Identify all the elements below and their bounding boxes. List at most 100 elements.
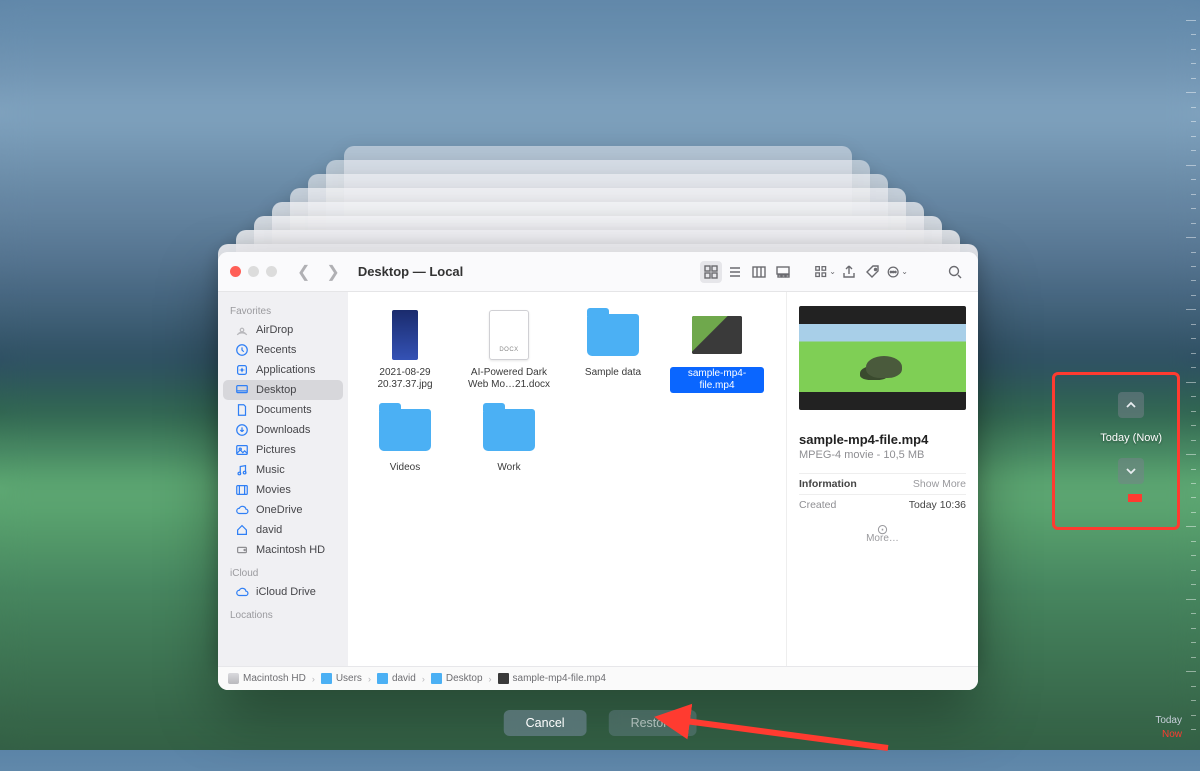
view-columns-button[interactable] [748, 261, 770, 283]
file-label: Work [497, 462, 520, 474]
chevron-right-icon: › [368, 674, 371, 684]
folder-icon [377, 673, 388, 684]
disk-icon [235, 543, 249, 557]
annotation-badge [1128, 494, 1142, 502]
download-icon [235, 423, 249, 437]
share-button[interactable] [838, 261, 860, 283]
sidebar-item-applications[interactable]: Applications [223, 360, 343, 380]
sidebar-section-header: Locations [218, 602, 348, 624]
timemachine-up-button[interactable] [1118, 392, 1144, 418]
sidebar-item-downloads[interactable]: Downloads [223, 420, 343, 440]
file-item[interactable]: Sample data [564, 308, 662, 393]
folder-icon [321, 673, 332, 684]
sidebar-item-airdrop[interactable]: AirDrop [223, 320, 343, 340]
clock-icon [235, 343, 249, 357]
file-item[interactable]: 2021-08-29 20.37.37.jpg [356, 308, 454, 393]
group-by-button[interactable]: ⌄ [814, 261, 836, 283]
traffic-lights[interactable] [230, 266, 277, 277]
folder-icon [431, 673, 442, 684]
cancel-button[interactable]: Cancel [504, 710, 587, 736]
disk-icon [228, 673, 239, 684]
picture-icon [235, 443, 249, 457]
preview-thumbnail [799, 306, 966, 410]
preview-subtitle: MPEG-4 movie - 10,5 MB [799, 449, 966, 461]
path-bar: Macintosh HD›Users›david›Desktop›sample-… [218, 666, 978, 690]
preview-info-header: Information [799, 478, 857, 490]
sidebar-item-documents[interactable]: Documents [223, 400, 343, 420]
forward-button[interactable]: ❯ [322, 262, 343, 282]
file-label: Sample data [585, 367, 641, 379]
sidebar-item-label: Applications [256, 364, 315, 376]
sidebar-item-label: Desktop [256, 384, 296, 396]
view-mode-group [700, 261, 794, 283]
path-segment[interactable]: Users [321, 673, 362, 684]
sidebar-item-label: Movies [256, 484, 291, 496]
restore-button[interactable]: Restore [609, 710, 697, 736]
window-title: Desktop — Local [358, 264, 463, 279]
sidebar-item-onedrive[interactable]: OneDrive [223, 500, 343, 520]
tags-button[interactable] [862, 261, 884, 283]
search-button[interactable] [944, 261, 966, 283]
timeline-labels: Today Now [1155, 714, 1182, 742]
file-label: AI-Powered Dark Web Mo…21.docx [462, 367, 556, 391]
file-label: 2021-08-29 20.37.37.jpg [358, 367, 452, 391]
sidebar-item-label: OneDrive [256, 504, 302, 516]
chevron-right-icon: › [312, 674, 315, 684]
file-item[interactable]: Work [460, 403, 558, 474]
preview-info-row: CreatedToday 10:36 [799, 494, 966, 515]
file-icon [498, 673, 509, 684]
action-buttons: Cancel Restore [504, 710, 697, 736]
file-grid: 2021-08-29 20.37.37.jpg AI-Powered Dark W… [348, 292, 786, 666]
preview-filename: sample-mp4-file.mp4 [799, 432, 966, 447]
sidebar-item-macintosh-hd[interactable]: Macintosh HD [223, 540, 343, 560]
timeline-ticks [1186, 20, 1196, 730]
zoom-icon[interactable] [266, 266, 277, 277]
file-item[interactable]: sample-mp4-file.mp4 [668, 308, 766, 393]
sidebar-item-label: iCloud Drive [256, 586, 316, 598]
path-segment[interactable]: sample-mp4-file.mp4 [498, 673, 606, 684]
file-item[interactable]: Videos [356, 403, 454, 474]
music-icon [235, 463, 249, 477]
preview-more[interactable]: ⊙ More… [799, 525, 966, 544]
sidebar-item-desktop[interactable]: Desktop [223, 380, 343, 400]
view-icons-button[interactable] [700, 261, 722, 283]
finder-window: ❮ ❯ Desktop — Local ⌄ ⌄ FavoritesAirDrop… [218, 252, 978, 690]
file-item[interactable]: AI-Powered Dark Web Mo…21.docx [460, 308, 558, 393]
sidebar-item-icloud-drive[interactable]: iCloud Drive [223, 582, 343, 602]
desktop-icon [235, 383, 249, 397]
folder-icon [586, 308, 640, 362]
docx-icon [482, 308, 536, 362]
path-segment[interactable]: Macintosh HD [228, 673, 306, 684]
view-gallery-button[interactable] [772, 261, 794, 283]
home-icon [235, 523, 249, 537]
sidebar: FavoritesAirDropRecentsApplicationsDeskt… [218, 292, 348, 666]
sidebar-item-movies[interactable]: Movies [223, 480, 343, 500]
view-list-button[interactable] [724, 261, 746, 283]
show-more-button[interactable]: Show More [913, 478, 966, 490]
sidebar-item-label: Downloads [256, 424, 310, 436]
path-segment[interactable]: Desktop [431, 673, 483, 684]
cloud-icon [235, 503, 249, 517]
timemachine-down-button[interactable] [1118, 458, 1144, 484]
chevron-right-icon: › [422, 674, 425, 684]
sidebar-item-music[interactable]: Music [223, 460, 343, 480]
sidebar-item-label: Music [256, 464, 285, 476]
sidebar-item-david[interactable]: david [223, 520, 343, 540]
action-menu-button[interactable]: ⌄ [886, 261, 908, 283]
minimize-icon[interactable] [248, 266, 259, 277]
back-button[interactable]: ❮ [293, 262, 314, 282]
sidebar-item-pictures[interactable]: Pictures [223, 440, 343, 460]
cloud-icon [235, 585, 249, 599]
sidebar-item-recents[interactable]: Recents [223, 340, 343, 360]
timemachine-label: Today (Now) [1100, 432, 1162, 444]
path-segment[interactable]: david [377, 673, 416, 684]
timemachine-nav: Today (Now) [1100, 392, 1162, 484]
app-icon [235, 363, 249, 377]
sidebar-item-label: Documents [256, 404, 312, 416]
sidebar-section-header: iCloud [218, 560, 348, 582]
doc-icon [235, 403, 249, 417]
close-icon[interactable] [230, 266, 241, 277]
video-icon [690, 308, 744, 362]
file-label: Videos [390, 462, 420, 474]
folder-icon [378, 403, 432, 457]
